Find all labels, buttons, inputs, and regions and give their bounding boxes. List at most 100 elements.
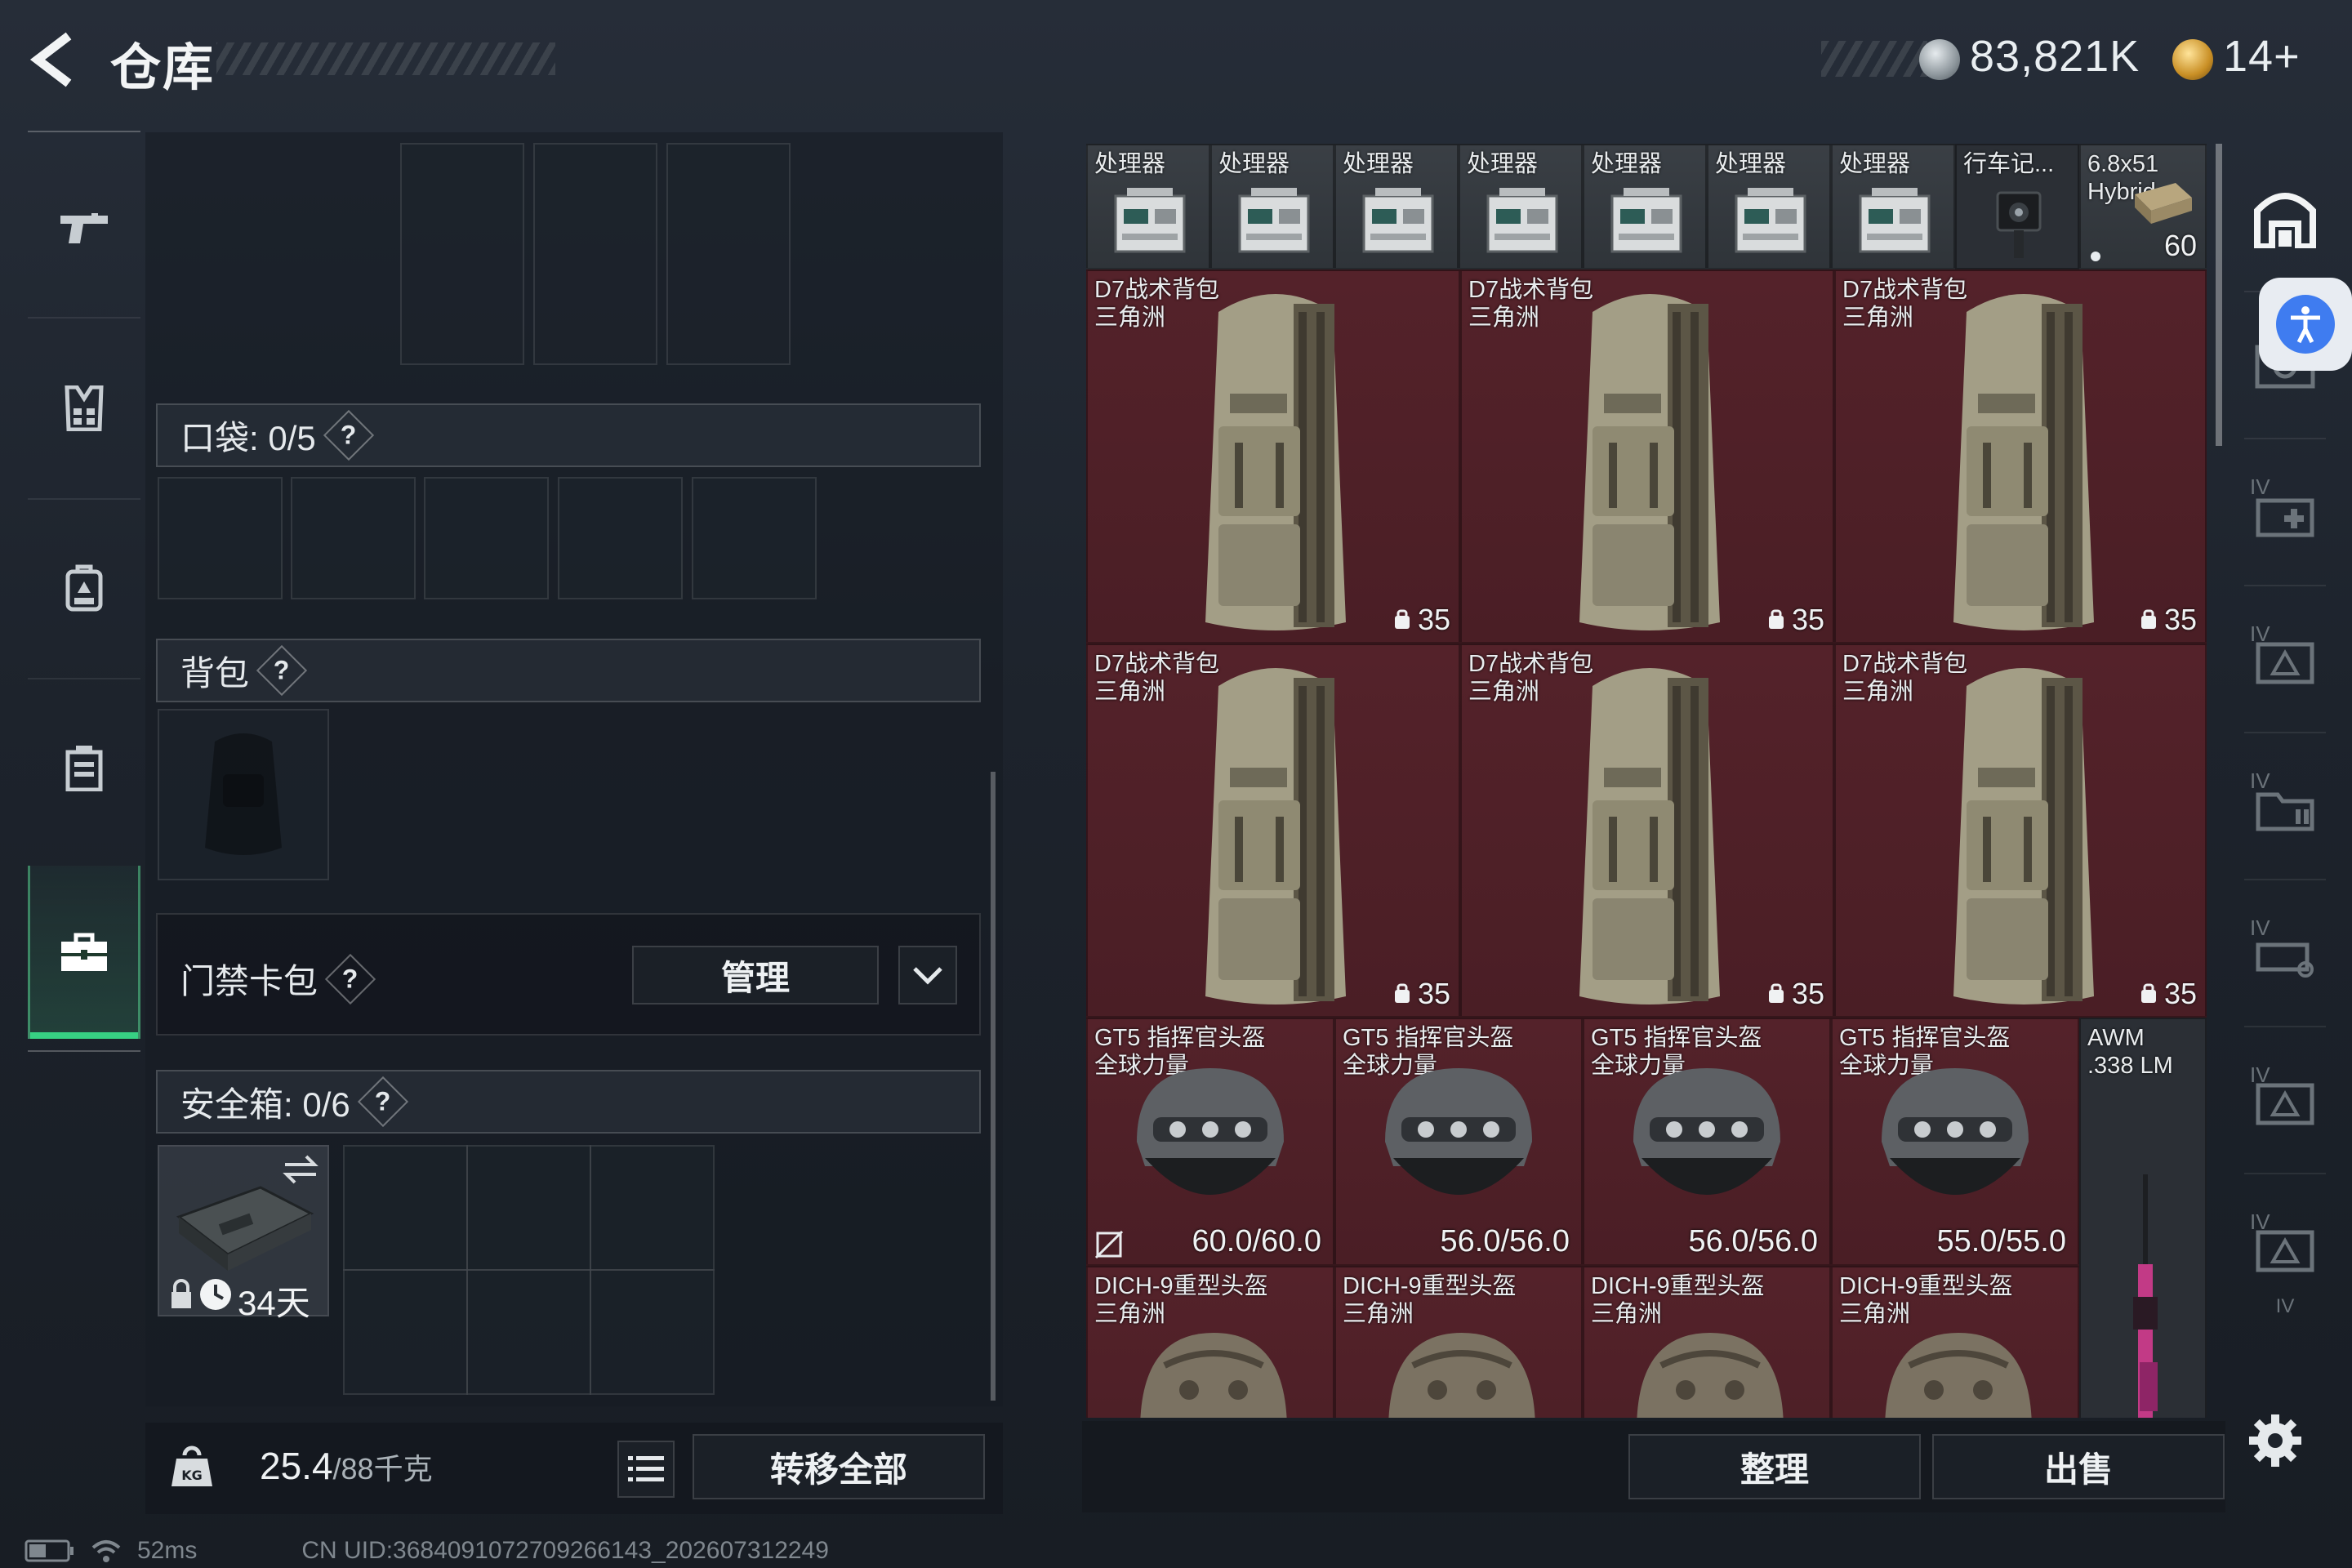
tab-main-stash[interactable] (2226, 144, 2344, 291)
safebox-slot[interactable] (590, 1269, 715, 1395)
grid-item-heavy-helmet[interactable]: DICH-9重型头盔 三角洲 (1831, 1266, 2079, 1418)
transfer-all-button[interactable]: 转移全部 (693, 1434, 985, 1499)
tab-stash-3[interactable]: IV (2226, 585, 2344, 732)
grid-item-rifle[interactable]: AWM .338 LM (2079, 1018, 2207, 1418)
premium-coin-icon (2172, 39, 2213, 80)
grid-item-backpack[interactable]: D7战术背包 三角洲 35 (1834, 270, 2207, 644)
grid-item-processor[interactable]: 处理器 (1707, 144, 1831, 270)
heavy-helmet-icon (1637, 1333, 1784, 1418)
pocket-slot[interactable] (692, 477, 817, 599)
lock-icon (172, 1279, 191, 1308)
nav-backpack[interactable] (28, 506, 140, 670)
safebox-item-slot[interactable]: 34天 (158, 1145, 329, 1322)
help-icon[interactable]: ? (324, 953, 376, 1004)
safebox-days: 34天 (238, 1284, 310, 1322)
weight-icon (1394, 983, 1410, 1003)
help-icon[interactable]: ? (357, 1076, 408, 1128)
tab-stash-4[interactable]: IV (2226, 732, 2344, 879)
currency-premium[interactable]: 14+ (2223, 31, 2301, 82)
nav-vest[interactable] (28, 327, 140, 490)
warning-box-icon (2256, 642, 2314, 684)
list-view-button[interactable] (617, 1441, 675, 1498)
helmet-icon (1882, 1068, 2029, 1195)
grid-item-backpack[interactable]: D7战术背包 三角洲 35 (1834, 644, 2207, 1018)
nav-safebox[interactable] (28, 866, 140, 1039)
tab-stash-2[interactable]: IV (2226, 438, 2344, 585)
safebox-slot[interactable] (343, 1269, 468, 1395)
currency-main[interactable]: 83,821K (1970, 31, 2140, 82)
safebox-slot[interactable] (590, 1145, 715, 1271)
weight-max: /88千克 (332, 1452, 433, 1486)
settings-gear-icon[interactable] (2247, 1413, 2303, 1468)
processor-icon (1735, 188, 1806, 253)
grid-item-processor[interactable]: 处理器 (1210, 144, 1334, 270)
ammo-qty: 60 (2163, 229, 2197, 262)
sort-button[interactable]: 整理 (1628, 1434, 1921, 1499)
grid-item-backpack[interactable]: D7战术背包 三角洲 35 (1086, 270, 1460, 644)
nav-chest-rig[interactable] (28, 686, 140, 849)
grid-item-processor[interactable]: 处理器 (1459, 144, 1583, 270)
rig-slot[interactable] (666, 143, 791, 365)
grid-item-heavy-helmet[interactable]: DICH-9重型头盔 三角洲 (1086, 1266, 1334, 1418)
safebox-slot[interactable] (466, 1145, 591, 1271)
help-icon[interactable]: ? (323, 409, 374, 461)
container-icon (65, 746, 103, 791)
durability: 56.0/56.0 (1440, 1224, 1570, 1258)
heavy-helmet-icon (1885, 1333, 2032, 1418)
grid-item-backpack[interactable]: D7战术背包 三角洲 35 (1086, 644, 1460, 1018)
grid-item-backpack[interactable]: D7战术背包 三角洲 35 (1460, 270, 1834, 644)
back-arrow-icon[interactable] (29, 31, 78, 88)
grid-item-helmet[interactable]: GT5 指挥官头盔 全球力量 56.0/56.0 (1334, 1018, 1583, 1266)
manage-button[interactable]: 管理 (632, 946, 879, 1004)
user-uid: CN UID:3684091072709266143_202607312249 (301, 1537, 829, 1564)
pocket-slot[interactable] (424, 477, 549, 599)
equipment-sidenav (28, 131, 140, 1052)
rig-slot[interactable] (533, 143, 657, 365)
weight-icon (1768, 983, 1784, 1003)
help-icon[interactable]: ? (256, 644, 308, 697)
item-qty: 35 (1392, 977, 1450, 1011)
accessibility-button[interactable] (2259, 278, 2352, 371)
expand-button[interactable] (898, 946, 957, 1004)
pocket-slot[interactable] (558, 477, 683, 599)
currency-decoration (1821, 41, 1927, 77)
grid-item-dashcam[interactable]: 行车记... (1955, 144, 2079, 270)
grid-item-heavy-helmet[interactable]: DICH-9重型头盔 三角洲 (1334, 1266, 1583, 1418)
rig-slot[interactable] (400, 143, 524, 365)
grid-item-helmet[interactable]: GT5 指挥官头盔 全球力量 60.0/60.0 (1086, 1018, 1334, 1266)
pistol-icon (60, 213, 108, 243)
tab-stash-5[interactable]: IV (2226, 879, 2344, 1026)
dashcam-icon (1996, 191, 2042, 258)
tab-stash-6[interactable]: IV (2226, 1026, 2344, 1173)
warning-box-icon (2256, 1083, 2314, 1125)
safebox-header: 安全箱: 0/6 ? (156, 1070, 981, 1134)
tab-stash-8[interactable]: IV (2226, 1295, 2344, 1344)
pocket-slot[interactable] (291, 477, 416, 599)
grid-item-processor[interactable]: 处理器 (1831, 144, 1955, 270)
safebox-label: 安全箱: 0/6 (180, 1085, 350, 1124)
sell-button[interactable]: 出售 (1932, 1434, 2225, 1499)
vest-icon (65, 385, 104, 431)
toolbox-icon (61, 933, 107, 971)
grid-item-processor[interactable]: 处理器 (1086, 144, 1210, 270)
safebox-slot[interactable] (466, 1269, 591, 1395)
processor-icon (1859, 188, 1931, 253)
grid-item-processor[interactable]: 处理器 (1583, 144, 1707, 270)
pocket-slot[interactable] (158, 477, 283, 599)
grid-item-ammo[interactable]: 6.8x51 Hybrid 60 (2079, 144, 2207, 270)
grid-item-backpack[interactable]: D7战术背包 三角洲 35 (1460, 644, 1834, 1018)
stash-icon (2254, 193, 2316, 248)
grid-item-helmet[interactable]: GT5 指挥官头盔 全球力量 56.0/56.0 (1583, 1018, 1831, 1266)
nav-weapons[interactable] (28, 147, 140, 310)
grid-item-heavy-helmet[interactable]: DICH-9重型头盔 三角洲 (1583, 1266, 1831, 1418)
grid-item-helmet[interactable]: GT5 指挥官头盔 全球力量 55.0/55.0 (1831, 1018, 2079, 1266)
grid-item-processor[interactable]: 处理器 (1334, 144, 1459, 270)
backpack-slot[interactable] (158, 709, 329, 880)
weight-icon (1394, 609, 1410, 629)
swap-icon[interactable] (282, 1153, 319, 1186)
backpack-header: 背包 ? (156, 639, 981, 702)
safebox-slot[interactable] (343, 1145, 468, 1271)
backpack-icon (1579, 294, 1720, 630)
left-panel-scrollbar[interactable] (991, 772, 996, 1401)
grid-scrollbar[interactable] (2216, 144, 2222, 446)
